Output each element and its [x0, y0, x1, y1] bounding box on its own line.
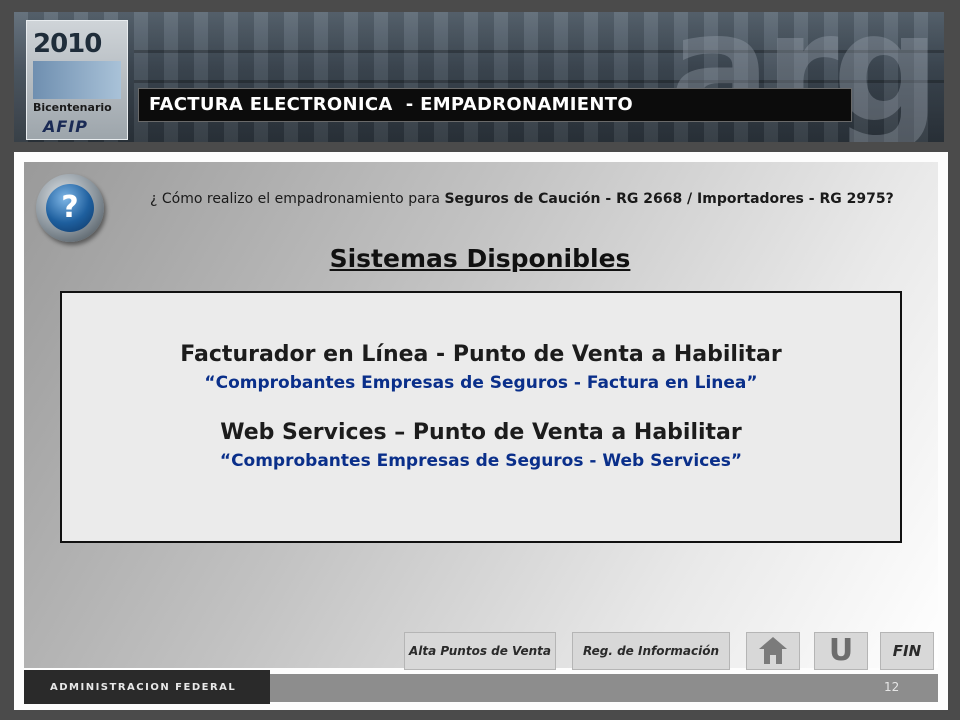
facturador-heading: Facturador en Línea - Punto de Venta a H… [180, 342, 782, 367]
footer-logo: ADMINISTRACION FEDERAL [24, 670, 270, 704]
page-title-bar: FACTURA ELECTRONICA - EMPADRONAMIENTO [138, 88, 852, 122]
facturador-detail: “Comprobantes Empresas de Seguros - Fact… [204, 373, 758, 393]
back-icon: U [828, 633, 854, 668]
back-button[interactable]: U [814, 632, 868, 670]
header-banner: arg 2010 Bicentenario AFIP FACTURA ELECT… [14, 12, 944, 142]
fin-button[interactable]: FIN [880, 632, 934, 670]
afip-logo: AFIP [43, 117, 88, 136]
logo-year: 2010 [33, 29, 102, 59]
reg-informacion-button[interactable]: Reg. de Información [572, 632, 730, 670]
bicentenario-logo: 2010 Bicentenario AFIP [26, 20, 128, 140]
logo-emblem [33, 61, 121, 99]
webservices-detail: “Comprobantes Empresas de Seguros - Web … [219, 451, 743, 471]
page-number: 12 [884, 680, 900, 694]
page-title: FACTURA ELECTRONICA - EMPADRONAMIENTO [149, 94, 633, 115]
alta-puntos-venta-button[interactable]: Alta Puntos de Venta [404, 632, 556, 670]
arg-watermark: arg [669, 12, 940, 142]
section-title: Sistemas Disponibles [329, 244, 631, 273]
systems-box: Facturador en Línea - Punto de Venta a H… [60, 291, 902, 543]
question-emphasis: Seguros de Caución - RG 2668 / Importado… [444, 191, 894, 207]
footer-org-name: ADMINISTRACION FEDERAL [50, 682, 237, 693]
home-icon [759, 637, 787, 665]
logo-label: Bicentenario [33, 101, 112, 114]
question-prefix: ¿ Cómo realizo el empadronamiento para [150, 191, 445, 207]
home-button[interactable] [746, 632, 800, 670]
question-icon: ? [36, 174, 104, 242]
webservices-heading: Web Services – Punto de Venta a Habilita… [220, 420, 742, 445]
footer-bar [270, 674, 938, 702]
question-text: ¿ Cómo realizo el empadronamiento para S… [150, 190, 922, 209]
